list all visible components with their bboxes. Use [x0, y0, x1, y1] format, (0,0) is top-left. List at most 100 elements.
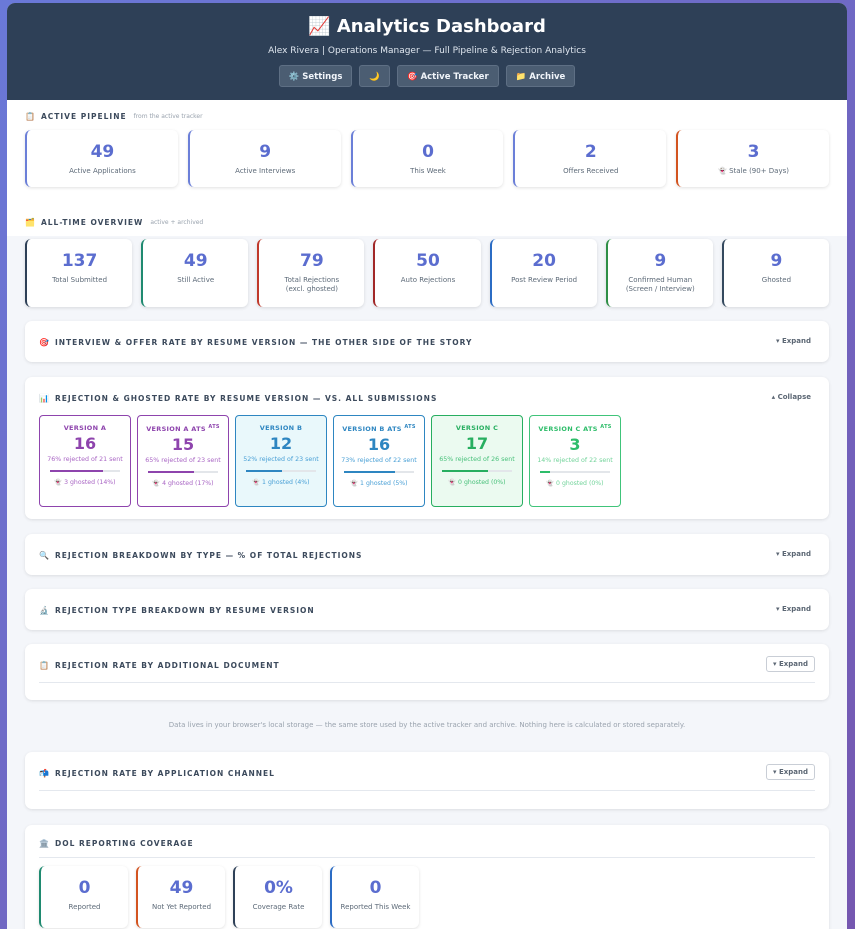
clipboard-icon: 📋 — [39, 661, 50, 670]
expand-toggle[interactable]: ▾ Expand — [776, 605, 811, 613]
expand-button[interactable]: ▾ Expand — [766, 656, 815, 672]
version-name: VERSION A — [63, 424, 107, 432]
stat-card-active-interviews: 9 Active Interviews — [187, 130, 341, 187]
stat-label: 👻 Stale (90+ Days) — [718, 167, 789, 175]
version-rejection-rate: 14% rejected of 22 sent — [537, 457, 613, 465]
dark-mode-button[interactable]: 🌙 — [359, 65, 390, 87]
stat-value: 9 — [259, 142, 272, 162]
rejection-ghosted-rate-label: Rejection & Ghosted Rate by Resume Versi… — [54, 394, 438, 403]
stat-value: 49 — [90, 142, 115, 162]
version-rejection-rate: 52% rejected of 23 sent — [243, 456, 319, 463]
active-pipeline-label: Active Pipeline — [40, 112, 127, 121]
storage-footnote: Data lives in your browser's local stora… — [168, 721, 686, 729]
stat-card-this-week: 0 This Week — [350, 130, 504, 187]
classical-building-icon: 🏛️ — [39, 839, 50, 848]
version-rejections: 16 — [367, 435, 391, 455]
version-card-b: VERSION B 12 52% rejected of 23 sent 👻 1… — [235, 415, 327, 507]
version-rejections: 15 — [171, 435, 195, 455]
archive-label: Archive — [529, 72, 566, 82]
stat-label: Reported — [68, 903, 101, 911]
clipboard-icon: 📋 — [25, 112, 36, 121]
rejection-rate-bar — [540, 471, 610, 474]
active-tracker-button[interactable]: 🎯 Active Tracker — [396, 65, 499, 87]
stat-label: Active Interviews — [235, 167, 296, 175]
microscope-icon: 🔬 — [39, 606, 50, 615]
additional-document-label: Rejection Rate by Additional Document — [54, 661, 280, 670]
stat-label: Ghosted — [761, 276, 792, 284]
stat-card-not-yet-reported: 49 Not Yet Reported — [136, 866, 225, 928]
stat-value: 2 — [584, 142, 597, 162]
stat-card-coverage-rate: 0% Coverage Rate — [233, 866, 322, 928]
version-name: VERSION B — [259, 424, 303, 432]
additional-document-title: 📋 Rejection Rate by Additional Document — [39, 661, 280, 670]
settings-button[interactable]: ⚙️ Settings — [278, 65, 353, 87]
rejection-rate-fill — [540, 471, 550, 474]
active-tracker-label: Active Tracker — [420, 72, 489, 82]
version-ghosted: 👻 4 ghosted (17%) — [152, 480, 214, 488]
divider — [39, 682, 815, 683]
expand-toggle[interactable]: ▾ Expand — [776, 550, 811, 558]
stat-label: This Week — [410, 167, 446, 175]
rejection-breakdown-panel: 🔍 Rejection Breakdown by Type — % of Tot… — [25, 534, 829, 575]
all-time-overview-note: active + archived — [150, 219, 204, 226]
rejection-rate-bar — [148, 471, 218, 474]
version-card-c: VERSION C 17 65% rejected of 26 sent 👻 0… — [431, 415, 523, 507]
ats-badge: ATS — [208, 424, 220, 430]
rejection-type-by-version-title: 🔬 Rejection Type Breakdown by Resume Ver… — [39, 606, 315, 615]
gear-icon: ⚙️ — [288, 72, 300, 82]
interview-offer-rate-panel: 🎯 Interview & Offer Rate by Resume Versi… — [25, 321, 829, 362]
header: 📈 Analytics Dashboard Alex Rivera | Oper… — [7, 3, 847, 100]
collapse-toggle[interactable]: ▴ Collapse — [772, 393, 811, 401]
interview-offer-rate-title: 🎯 Interview & Offer Rate by Resume Versi… — [39, 338, 472, 347]
stat-value: 0 — [369, 878, 382, 898]
rejection-rate-bar — [246, 470, 316, 472]
dol-reporting-coverage-panel: 🏛️ DOL Reporting Coverage 0 Reported 49 … — [25, 825, 829, 929]
rejection-breakdown-title: 🔍 Rejection Breakdown by Type — % of Tot… — [39, 551, 362, 560]
rejection-rate-bar — [344, 471, 414, 474]
version-card-c-ats: VERSION C ATS ATS 3 14% rejected of 22 s… — [529, 415, 621, 507]
ats-badge: ATS — [404, 424, 416, 430]
stat-label: Reported This Week — [340, 903, 411, 911]
page-subtitle: Alex Rivera | Operations Manager — Full … — [268, 46, 586, 56]
stat-value: 0 — [78, 878, 91, 898]
stat-card-post-review-period: 20 Post Review Period — [489, 239, 597, 307]
ats-badge: ATS — [600, 424, 612, 430]
version-cards: VERSION A 16 76% rejected of 21 sent 👻 3… — [39, 415, 621, 507]
stat-value: 79 — [300, 251, 324, 271]
stat-value: 137 — [61, 251, 98, 271]
target-icon: 🎯 — [406, 72, 418, 82]
version-ghosted: 👻 1 ghosted (5%) — [350, 480, 408, 488]
all-time-overview-label: All-Time Overview — [40, 218, 144, 227]
stat-card-auto-rejections: 50 Auto Rejections — [373, 239, 481, 307]
active-pipeline-title: 📋 Active Pipeline from the active tracke… — [25, 112, 829, 121]
version-name-text: VERSION A ATS — [146, 425, 206, 434]
rejection-rate-fill — [246, 470, 283, 472]
application-channel-label: Rejection Rate by Application Channel — [54, 769, 275, 778]
stat-label: Not Yet Reported — [151, 903, 212, 911]
rejection-rate-bar — [442, 470, 512, 472]
active-pipeline-section: 📋 Active Pipeline from the active tracke… — [7, 100, 847, 206]
magnifier-icon: 🔍 — [39, 551, 50, 560]
mailbox-icon: 📬 — [39, 769, 50, 778]
version-name-text: VERSION B ATS — [342, 425, 402, 434]
version-card-a-ats: VERSION A ATS ATS 15 65% rejected of 23 … — [137, 415, 229, 507]
rejection-type-by-version-label: Rejection Type Breakdown by Resume Versi… — [54, 606, 315, 615]
stat-label: Total Submitted — [52, 276, 108, 284]
expand-button[interactable]: ▾ Expand — [766, 764, 815, 780]
dol-reporting-coverage-title: 🏛️ DOL Reporting Coverage — [39, 839, 194, 848]
rejection-rate-bar — [50, 470, 120, 472]
stat-label-line2: (Screen / Interview) — [625, 285, 695, 293]
stat-label-line1: Total Rejections — [284, 276, 340, 284]
stat-card-total-submitted: 137 Total Submitted — [25, 239, 133, 307]
archive-button[interactable]: 📁 Archive — [505, 65, 576, 87]
moon-icon: 🌙 — [369, 72, 380, 82]
stat-card-total-rejections: 79 Total Rejections (excl. ghosted) — [257, 239, 365, 307]
version-rejection-rate: 65% rejected of 26 sent — [439, 456, 515, 463]
stat-label: Auto Rejections — [400, 276, 456, 284]
version-rejection-rate: 73% rejected of 22 sent — [341, 457, 417, 465]
rejection-type-by-version-panel: 🔬 Rejection Type Breakdown by Resume Ver… — [25, 589, 829, 630]
version-ghosted: 👻 0 ghosted (0%) — [448, 479, 506, 486]
stat-value: 49 — [183, 251, 208, 271]
expand-toggle[interactable]: ▾ Expand — [776, 337, 811, 345]
additional-document-panel: 📋 Rejection Rate by Additional Document … — [25, 644, 829, 700]
